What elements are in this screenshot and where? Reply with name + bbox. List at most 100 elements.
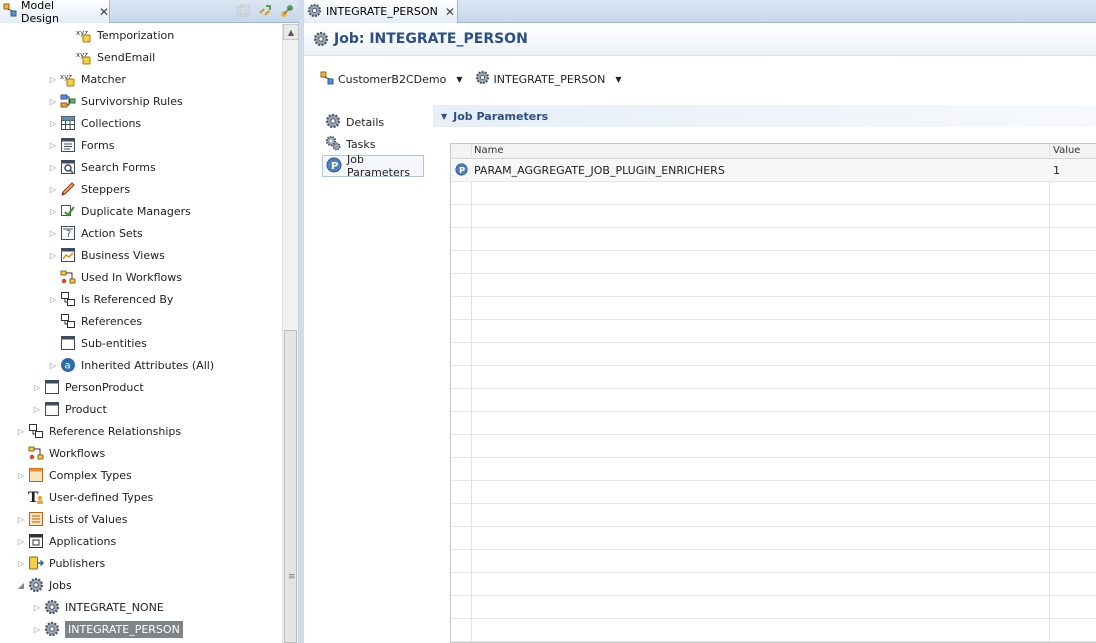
tree-item[interactable]: ▷ a Inherited Attributes (All) [48,354,214,376]
table-row[interactable] [451,274,1096,297]
tree-item[interactable]: ▷ Duplicate Managers [48,200,191,222]
chevron-right-icon[interactable]: ▷ [16,427,26,436]
chevron-right-icon[interactable]: ▷ [48,141,58,150]
job-parameters-section-header[interactable]: ▼ Job Parameters [433,105,1096,127]
breadcrumb-model[interactable]: CustomerB2CDemo [338,73,446,86]
chevron-right-icon[interactable]: ▷ [48,75,58,84]
table-row[interactable] [451,550,1096,573]
tree-item[interactable]: T User-defined Types [16,486,153,508]
table-row[interactable] [451,596,1096,619]
table-row[interactable] [451,343,1096,366]
chevron-right-icon[interactable]: ▷ [32,603,42,612]
column-header-name[interactable]: Name [474,145,504,156]
parameter-value[interactable]: 1 [1053,164,1060,177]
table-row[interactable] [451,251,1096,274]
table-row[interactable] [451,389,1096,412]
tree-item[interactable]: ▷ Steppers [48,178,130,200]
tree-item[interactable]: ▷ Lists of Values [16,508,128,530]
tree-item[interactable]: ▷ Forms [48,134,114,156]
tree-item[interactable]: ▷ Survivorship Rules [48,90,183,112]
table-row[interactable] [451,182,1096,205]
tree-item[interactable]: ▷ INTEGRATE_PERSON [32,618,183,640]
chevron-right-icon[interactable]: ▷ [16,559,26,568]
chevron-right-icon[interactable]: ▷ [48,97,58,106]
table-row[interactable] [451,297,1096,320]
chevron-right-icon[interactable]: ▷ [48,361,58,370]
table-row[interactable] [451,366,1096,389]
link-with-editor-icon[interactable] [257,3,273,19]
tree-item[interactable]: ▷ Complex Types [16,464,132,486]
expand-triangle-icon[interactable]: ▼ [441,112,447,121]
scroll-up-arrow-icon[interactable]: ▲ [283,24,299,40]
tree-item[interactable]: xyz Temporization [64,24,174,46]
chevron-right-icon[interactable]: ▷ [48,295,58,304]
tree-item[interactable]: ▷ Is Referenced By [48,288,173,310]
editor-tab-integrate-person[interactable]: INTEGRATE_PERSON ✕ [304,0,458,23]
close-icon[interactable]: ✕ [99,6,109,18]
table-row[interactable] [451,481,1096,504]
tree-item[interactable]: ▷ Publishers [16,552,105,574]
tree-item-label: SendEmail [97,50,156,64]
search-form-icon [60,159,76,175]
tree-item-label: INTEGRATE_PERSON [65,620,183,638]
tree-scrollbar[interactable]: ▲ ≡ [282,24,299,643]
tree-item[interactable]: Sub-entities [48,332,147,354]
chevron-right-icon[interactable]: ▷ [16,471,26,480]
table-row[interactable] [451,412,1096,435]
close-icon[interactable]: ✕ [445,6,455,18]
table-row[interactable] [451,435,1096,458]
parameter-name: PARAM_AGGREGATE_JOB_PLUGIN_ENRICHERS [474,164,725,177]
tree-item-label: Temporization [97,28,175,42]
tree-item-label: Search Forms [81,160,156,174]
chevron-right-icon[interactable]: ▷ [48,207,58,216]
tree-item-label: Jobs [49,578,72,592]
chevron-right-icon[interactable]: ▷ [48,163,58,172]
table-row[interactable] [451,458,1096,481]
nav-item-tasks[interactable]: Tasks [322,133,424,155]
chevron-right-icon[interactable]: ▷ [48,251,58,260]
tree-item[interactable]: ▷ Search Forms [48,156,156,178]
tree-item[interactable]: ▷ Collections [48,112,141,134]
table-row[interactable] [451,320,1096,343]
table-row[interactable] [451,527,1096,550]
chevron-right-icon[interactable]: ▷ [32,625,42,634]
model-design-tab[interactable]: Model Design ✕ [0,0,110,25]
tree-item[interactable]: ▷ xyz Matcher [48,68,126,90]
table-row[interactable] [451,205,1096,228]
column-header-value[interactable]: Value [1053,145,1080,156]
table-row[interactable] [451,573,1096,596]
tree-item[interactable]: ◢ Jobs [16,574,72,596]
table-row[interactable] [451,619,1096,642]
tree-item[interactable]: ▷ INTEGRATE_NONE [32,596,164,618]
scroll-thumb[interactable]: ≡ [284,330,297,643]
table-row[interactable] [451,228,1096,251]
tree-item[interactable]: ▷ Business Views [48,244,165,266]
tree-item[interactable]: ▷ PersonProduct [32,376,144,398]
chevron-right-icon[interactable]: ▷ [48,119,58,128]
chevron-right-icon[interactable]: ▷ [16,537,26,546]
model-actions-icon[interactable] [279,3,295,19]
tree-item[interactable]: ▷ Reference Relationships [16,420,181,442]
view-toolbar [235,3,295,19]
tree-item[interactable]: Workflows [16,442,105,464]
nav-item-job-parameters[interactable]: P Job Parameters [322,153,424,179]
chevron-right-icon[interactable]: ▷ [48,185,58,194]
breadcrumb-job[interactable]: INTEGRATE_PERSON [494,73,606,86]
chevron-right-icon[interactable]: ▷ [48,229,58,238]
table-row[interactable] [451,504,1096,527]
tree-item[interactable]: ▷? Action Sets [48,222,143,244]
chevron-down-icon[interactable]: ◢ [16,581,26,590]
tree-item[interactable]: xyz SendEmail [64,46,155,68]
tree-item[interactable]: ▷ Product [32,398,107,420]
nav-item-details[interactable]: Details [322,111,424,133]
chevron-right-icon[interactable]: ▷ [16,515,26,524]
chevron-right-icon[interactable]: ▷ [32,383,42,392]
table-row[interactable]: P PARAM_AGGREGATE_JOB_PLUGIN_ENRICHERS 1 [451,159,1096,182]
chevron-down-icon[interactable]: ▼ [456,75,462,84]
tree-item[interactable]: Used In Workflows [48,266,182,288]
chevron-down-icon[interactable]: ▼ [615,75,621,84]
tree-item[interactable]: ▷ Applications [16,530,116,552]
chevron-right-icon[interactable]: ▷ [32,405,42,414]
tree-item[interactable]: References [48,310,142,332]
collapse-all-icon[interactable] [235,3,251,19]
